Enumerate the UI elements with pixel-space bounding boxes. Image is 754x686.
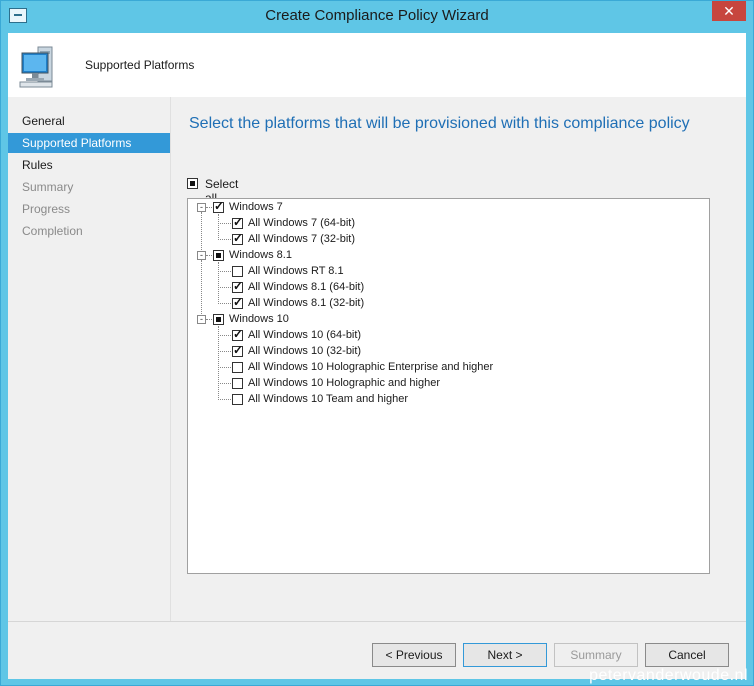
checkbox-all-windows-10-holographic-enterprise[interactable] bbox=[232, 362, 243, 373]
checkbox-all-windows-10-team[interactable] bbox=[232, 394, 243, 405]
tree-item-all-windows-7-64[interactable]: All Windows 7 (64-bit) bbox=[248, 217, 355, 229]
group-checkbox-windows-7[interactable] bbox=[213, 199, 224, 213]
tree-node-windows-10[interactable]: Windows 10 bbox=[229, 313, 289, 325]
checkbox-all-windows-7-32[interactable] bbox=[232, 231, 243, 245]
checkbox-all-windows-10-64[interactable] bbox=[232, 327, 243, 341]
tree-item-all-windows-10-team[interactable]: All Windows 10 Team and higher bbox=[248, 393, 408, 405]
nav-item-rules[interactable]: Rules bbox=[8, 155, 170, 175]
group-checkbox-windows-10[interactable] bbox=[213, 314, 224, 325]
tree-item-all-windows-rt-8-1[interactable]: All Windows RT 8.1 bbox=[248, 265, 344, 277]
checkbox-all-windows-8-1-32[interactable] bbox=[232, 295, 243, 309]
header-title: Supported Platforms bbox=[85, 58, 195, 72]
next-button[interactable]: Next > bbox=[463, 643, 547, 667]
page-heading: Select the platforms that will be provis… bbox=[189, 115, 690, 132]
checkbox-all-windows-10-32[interactable] bbox=[232, 343, 243, 357]
nav-item-progress: Progress bbox=[22, 202, 71, 216]
checkbox-all-windows-8-1-64[interactable] bbox=[232, 279, 243, 293]
tree-item-all-windows-10-holographic-enterprise[interactable]: All Windows 10 Holographic Enterprise an… bbox=[248, 361, 493, 373]
computer-monitor-icon bbox=[19, 46, 53, 88]
group-checkbox-windows-8-1[interactable] bbox=[213, 250, 224, 261]
tree-item-all-windows-8-1-32[interactable]: All Windows 8.1 (32-bit) bbox=[248, 297, 364, 309]
watermark: petervanderwoude.nl bbox=[589, 667, 748, 684]
previous-button[interactable]: < Previous bbox=[372, 643, 456, 667]
wizard-window: Create Compliance Policy Wizard ✕ Suppor… bbox=[0, 0, 754, 686]
tree-item-all-windows-10-32[interactable]: All Windows 10 (32-bit) bbox=[248, 345, 361, 357]
cancel-button[interactable]: Cancel bbox=[645, 643, 729, 667]
window-title: Create Compliance Policy Wizard bbox=[265, 7, 489, 24]
collapse-icon[interactable]: - bbox=[197, 315, 206, 324]
tree-item-all-windows-10-64[interactable]: All Windows 10 (64-bit) bbox=[248, 329, 361, 341]
checkbox-all-windows-rt-8-1[interactable] bbox=[232, 266, 243, 277]
close-button[interactable]: ✕ bbox=[712, 1, 746, 21]
tree-node-windows-7[interactable]: Windows 7 bbox=[229, 201, 283, 213]
tree-item-all-windows-7-32[interactable]: All Windows 7 (32-bit) bbox=[248, 233, 355, 245]
checkbox-all-windows-7-64[interactable] bbox=[232, 215, 243, 229]
collapse-icon[interactable]: - bbox=[197, 251, 206, 260]
tree-node-windows-8-1[interactable]: Windows 8.1 bbox=[229, 249, 292, 261]
tree-item-all-windows-8-1-64[interactable]: All Windows 8.1 (64-bit) bbox=[248, 281, 364, 293]
wizard-nav: General Supported Platforms Rules Summar… bbox=[8, 97, 171, 621]
checkbox-all-windows-10-holographic[interactable] bbox=[232, 378, 243, 389]
platform-tree: - Windows 7 All Windows 7 (64-bit) All W… bbox=[187, 198, 710, 574]
main-panel: Select the platforms that will be provis… bbox=[171, 97, 746, 621]
wizard-header: Supported Platforms bbox=[8, 33, 746, 98]
nav-item-general[interactable]: General bbox=[8, 111, 170, 131]
summary-button: Summary bbox=[554, 643, 638, 667]
nav-item-supported-platforms[interactable]: Supported Platforms bbox=[8, 133, 170, 153]
collapse-icon[interactable]: - bbox=[197, 203, 206, 212]
title-bar: Create Compliance Policy Wizard ✕ bbox=[1, 1, 753, 33]
nav-item-summary: Summary bbox=[22, 180, 74, 194]
nav-item-completion: Completion bbox=[22, 224, 83, 238]
tree-item-all-windows-10-holographic[interactable]: All Windows 10 Holographic and higher bbox=[248, 377, 440, 389]
wizard-client: Supported Platforms General Supported Pl… bbox=[8, 33, 746, 679]
select-all-checkbox[interactable] bbox=[187, 178, 198, 189]
